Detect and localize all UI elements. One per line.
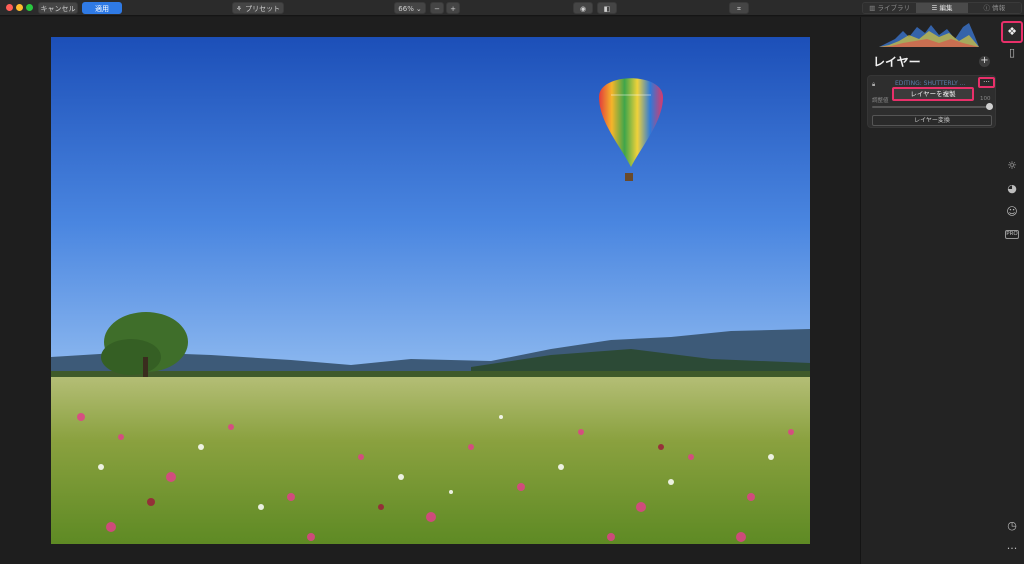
app-window: キャンセル 適用 ⚘ プリセット 66% ⌄ − + ◉ ◧ ⌗ ▥ ライブラリ ☰… xyxy=(0,0,1024,564)
face-icon[interactable]: ☺ xyxy=(1004,204,1020,220)
history-icon[interactable]: ◷ xyxy=(1004,518,1020,534)
tab-edit[interactable]: ☰ 編集 xyxy=(916,3,968,13)
layers-panel: レイヤー + 🔒︎ EDITING: SHUTTERLY ... ··· レイヤ… xyxy=(860,17,1000,564)
presets-icon: ⚘ xyxy=(235,5,243,13)
minimize-window-button[interactable] xyxy=(16,4,23,11)
layers-icon[interactable]: ❖ xyxy=(1001,21,1023,43)
view-switcher: ▥ ライブラリ ☰ 編集 ⓘ 情報 xyxy=(862,2,1022,14)
opacity-slider-track[interactable] xyxy=(872,106,990,108)
crop-button[interactable]: ⌗ xyxy=(729,2,749,14)
duplicate-layer-menu-item[interactable]: レイヤーを複製 xyxy=(892,87,974,101)
zoom-window-button[interactable] xyxy=(26,4,33,11)
library-icon: ▥ xyxy=(869,4,878,12)
zoom-in-button[interactable]: + xyxy=(446,2,460,14)
compare-icon: ◧ xyxy=(603,5,611,13)
layer-card[interactable]: 🔒︎ EDITING: SHUTTERLY ... ··· レイヤーを複製 調整… xyxy=(867,75,996,128)
photo-image xyxy=(51,37,810,544)
zoom-out-button[interactable]: − xyxy=(430,2,444,14)
convert-layer-button[interactable]: レイヤー変換 xyxy=(872,115,992,126)
eye-icon: ◉ xyxy=(579,5,587,13)
palette-icon[interactable]: ◕ xyxy=(1004,181,1020,197)
layer-more-button[interactable]: ··· xyxy=(978,77,995,88)
apply-button[interactable]: 適用 xyxy=(82,2,122,14)
chevron-down-icon: ⌄ xyxy=(415,5,422,13)
tab-info-label: 情報 xyxy=(992,4,1006,12)
photo-canvas[interactable] xyxy=(51,37,810,544)
opacity-label: 調整値 xyxy=(872,98,889,104)
add-layer-button[interactable]: + xyxy=(979,56,990,67)
opacity-slider-knob[interactable] xyxy=(986,103,993,110)
zoom-dropdown[interactable]: 66% ⌄ xyxy=(394,2,426,14)
presets-label: プリセット xyxy=(245,5,281,13)
canvas-icon[interactable]: ▯ xyxy=(1004,45,1020,61)
info-icon: ⓘ xyxy=(983,4,993,12)
preview-eye-button[interactable]: ◉ xyxy=(573,2,593,14)
top-toolbar: キャンセル 適用 ⚘ プリセット 66% ⌄ − + ◉ ◧ ⌗ ▥ ライブラリ ☰… xyxy=(0,0,1024,16)
zoom-level: 66% xyxy=(398,5,414,13)
compare-button[interactable]: ◧ xyxy=(597,2,617,14)
crop-icon: ⌗ xyxy=(737,5,741,13)
close-window-button[interactable] xyxy=(6,4,13,11)
sun-icon[interactable]: ☼ xyxy=(1004,158,1020,174)
tab-info[interactable]: ⓘ 情報 xyxy=(967,3,1021,13)
tab-library[interactable]: ▥ ライブラリ xyxy=(863,3,917,13)
canvas-area xyxy=(0,17,860,564)
opacity-value: 100 xyxy=(980,96,991,102)
layer-thumbnail xyxy=(882,80,892,87)
more-icon[interactable]: ··· xyxy=(1004,541,1020,557)
presets-button[interactable]: ⚘ プリセット xyxy=(232,2,284,14)
layer-name: EDITING: SHUTTERLY ... xyxy=(895,80,966,87)
tab-library-label: ライブラリ xyxy=(877,4,911,12)
layers-title: レイヤー xyxy=(873,55,921,69)
histogram xyxy=(879,23,979,47)
cancel-button[interactable]: キャンセル xyxy=(38,2,78,14)
tab-edit-label: 編集 xyxy=(939,4,953,12)
tool-icon-bar: ❖ ▯ ☼ ◕ ☺ PRO ◷ ··· xyxy=(1000,17,1024,564)
lock-icon[interactable]: 🔒︎ xyxy=(872,81,875,89)
pro-icon[interactable]: PRO xyxy=(1005,230,1019,239)
